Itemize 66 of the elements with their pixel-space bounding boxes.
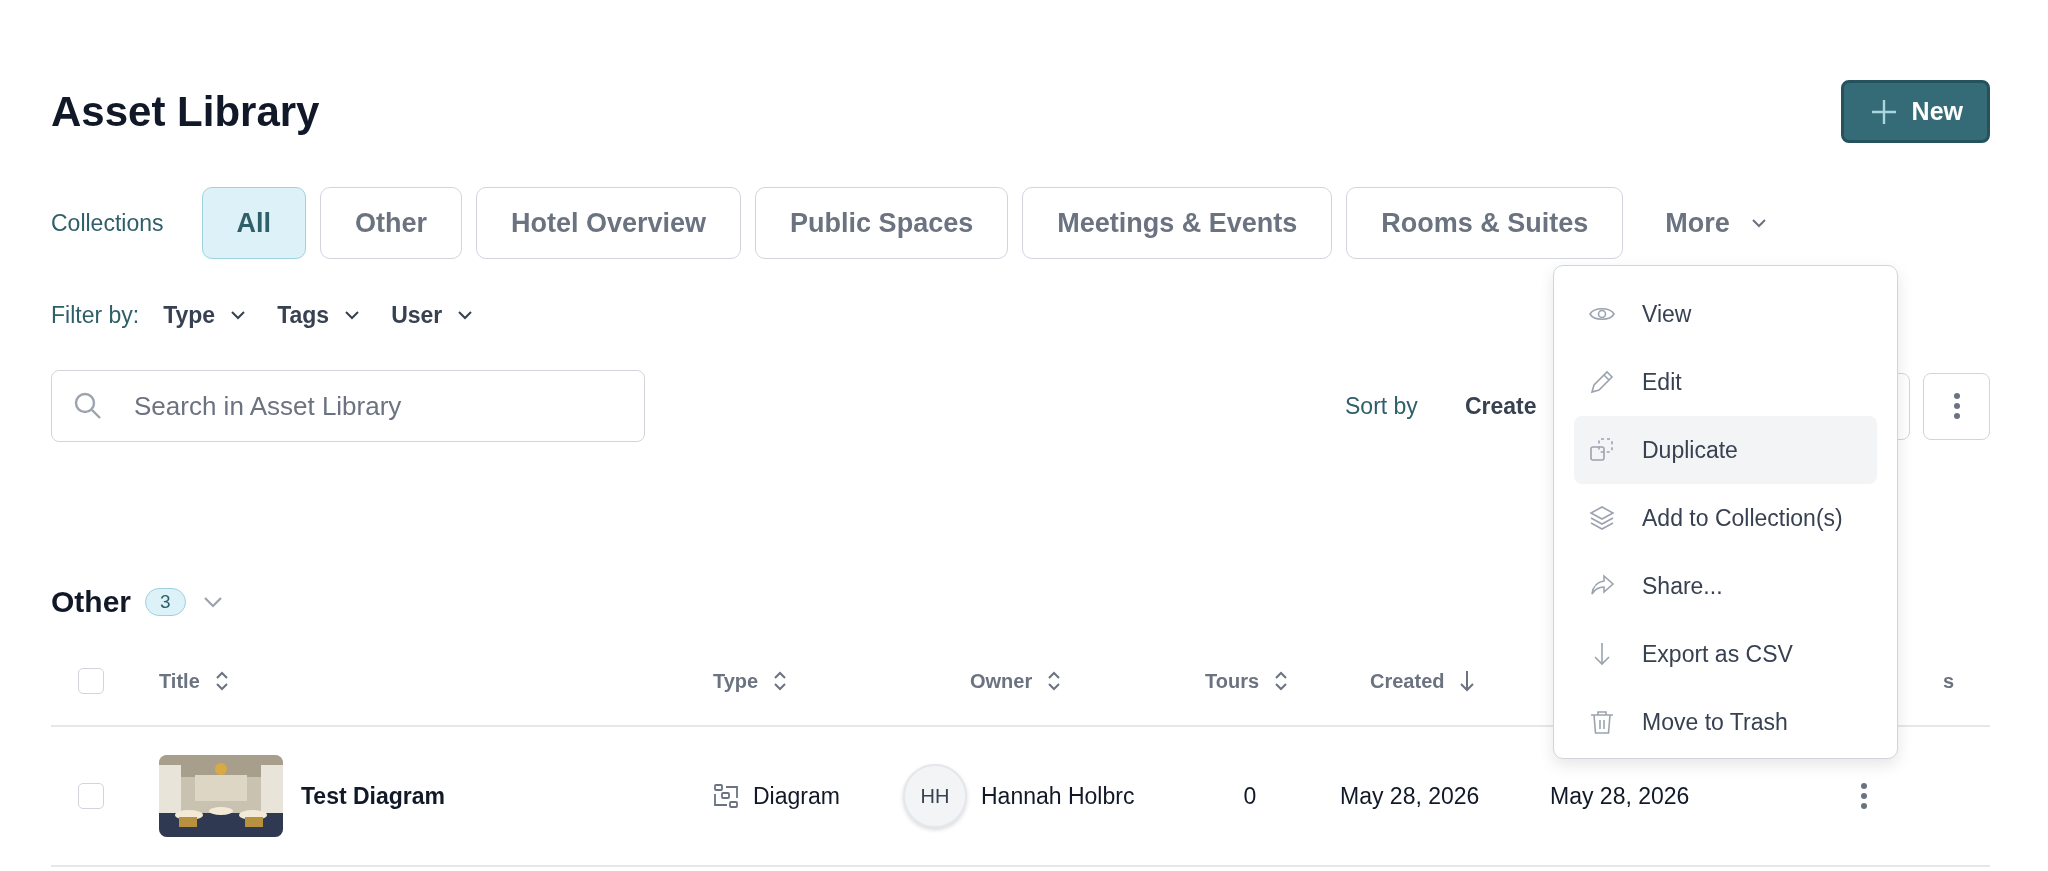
menu-item[interactable]: Edit bbox=[1574, 348, 1877, 416]
filter-dropdown[interactable]: Type bbox=[163, 301, 248, 329]
search-field[interactable]: Search in Asset Library bbox=[51, 370, 645, 442]
sort-icon[interactable] bbox=[213, 669, 230, 693]
sort-dropdown[interactable]: Create bbox=[1464, 392, 1537, 420]
collection-tab[interactable]: Public Spaces bbox=[755, 187, 1009, 259]
row-checkbox[interactable] bbox=[78, 783, 104, 809]
menu-item[interactable]: Share... bbox=[1574, 552, 1877, 620]
collection-tab[interactable]: Other bbox=[320, 187, 463, 259]
created-date: May 28, 2026 bbox=[1340, 782, 1480, 810]
collection-tab[interactable]: All bbox=[201, 187, 306, 259]
menu-item-label: Move to Trash bbox=[1642, 708, 1788, 736]
menu-item-label: Share... bbox=[1642, 572, 1723, 600]
trash-icon bbox=[1588, 708, 1616, 736]
menu-item-label: Add to Collection(s) bbox=[1642, 504, 1843, 532]
sort-label: Sort by bbox=[1345, 392, 1418, 420]
collection-tab[interactable]: Hotel Overview bbox=[476, 187, 742, 259]
owner-name: Hannah Holbrc bbox=[981, 782, 1135, 810]
menu-item[interactable]: Add to Collection(s) bbox=[1574, 484, 1877, 552]
sort-icon[interactable] bbox=[1046, 669, 1063, 693]
column-header[interactable]: Title bbox=[159, 669, 200, 693]
column-header[interactable]: Owner bbox=[970, 669, 1033, 693]
menu-item-label: View bbox=[1642, 300, 1692, 328]
collection-tab[interactable]: Rooms & Suites bbox=[1346, 187, 1624, 259]
kebab-icon bbox=[1860, 782, 1868, 810]
group-title: Other bbox=[51, 585, 131, 619]
column-header[interactable]: Tours bbox=[1205, 669, 1260, 693]
pencil-icon bbox=[1588, 368, 1616, 396]
kebab-icon bbox=[1952, 392, 1961, 420]
tours-count: 0 bbox=[1243, 782, 1257, 810]
avatar: HH bbox=[903, 764, 967, 828]
menu-item[interactable]: View bbox=[1574, 280, 1877, 348]
copy-icon bbox=[1588, 436, 1616, 464]
new-button[interactable]: New bbox=[1840, 80, 1990, 143]
menu-item[interactable]: Duplicate bbox=[1574, 416, 1877, 484]
column-header[interactable]: s bbox=[1942, 669, 1954, 693]
collection-tab[interactable]: Meetings & Events bbox=[1022, 187, 1333, 259]
asset-title[interactable]: Test Diagram bbox=[301, 782, 445, 810]
more-button[interactable]: More bbox=[1659, 206, 1774, 240]
menu-item[interactable]: Export as CSV bbox=[1574, 620, 1877, 688]
sort-icon[interactable] bbox=[1273, 669, 1290, 693]
table-cell: May 28, 2026 bbox=[1550, 782, 1690, 810]
chevron-down-icon bbox=[343, 309, 362, 321]
menu-item-label: Export as CSV bbox=[1642, 640, 1793, 668]
menu-item-label: Edit bbox=[1642, 368, 1682, 396]
select-all-checkbox[interactable] bbox=[78, 668, 104, 694]
layers-icon bbox=[1588, 504, 1616, 532]
diagram-icon bbox=[713, 783, 739, 809]
asset-type: Diagram bbox=[753, 782, 840, 810]
column-header[interactable]: Created bbox=[1370, 669, 1445, 693]
menu-item-label: Duplicate bbox=[1642, 436, 1738, 464]
filter-dropdown[interactable]: User bbox=[391, 301, 475, 329]
column-header[interactable]: Type bbox=[713, 669, 759, 693]
filter-label: Filter by: bbox=[51, 301, 140, 329]
arrow-down-icon[interactable] bbox=[1458, 669, 1477, 693]
chevron-down-icon bbox=[229, 309, 248, 321]
chevron-down-icon bbox=[1749, 217, 1768, 229]
sort-icon[interactable] bbox=[772, 669, 789, 693]
collections-label: Collections bbox=[51, 209, 164, 237]
count-badge: 3 bbox=[145, 588, 186, 616]
plus-icon bbox=[1869, 97, 1898, 126]
page-title: Asset Library bbox=[51, 87, 320, 136]
menu-item[interactable]: Move to Trash bbox=[1574, 688, 1877, 756]
chevron-down-icon bbox=[456, 309, 475, 321]
filter-dropdown[interactable]: Tags bbox=[277, 301, 362, 329]
more-options-button[interactable] bbox=[1923, 372, 1990, 440]
